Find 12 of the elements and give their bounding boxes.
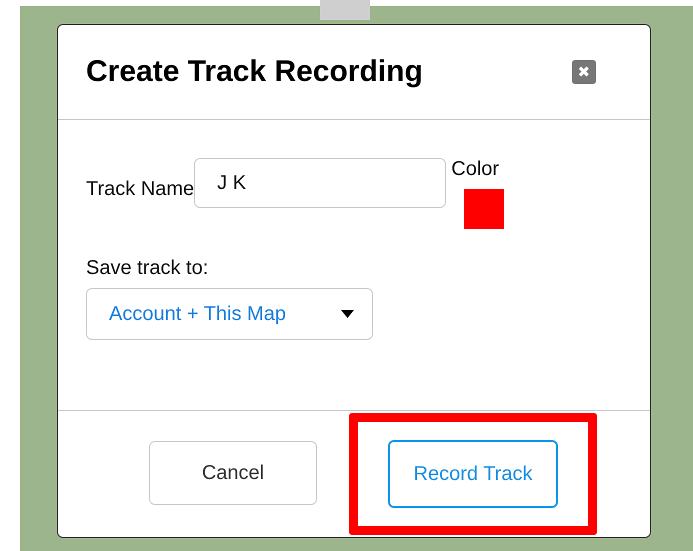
close-button[interactable]: ✖ bbox=[572, 60, 596, 84]
save-track-label: Save track to: bbox=[86, 257, 210, 280]
color-label: Color bbox=[451, 158, 500, 181]
save-location-dropdown[interactable]: Account + This Map bbox=[86, 288, 373, 340]
track-name-label: Track Name bbox=[86, 178, 194, 201]
road bbox=[320, 0, 370, 20]
record-track-button[interactable]: Record Track bbox=[388, 440, 558, 508]
caret-icon bbox=[341, 310, 354, 318]
color-swatch[interactable] bbox=[464, 189, 504, 229]
track-name-field[interactable]: J K bbox=[194, 158, 446, 208]
cancel-button[interactable]: Cancel bbox=[149, 441, 317, 505]
dialog-title: Create Track Recording bbox=[86, 55, 423, 89]
